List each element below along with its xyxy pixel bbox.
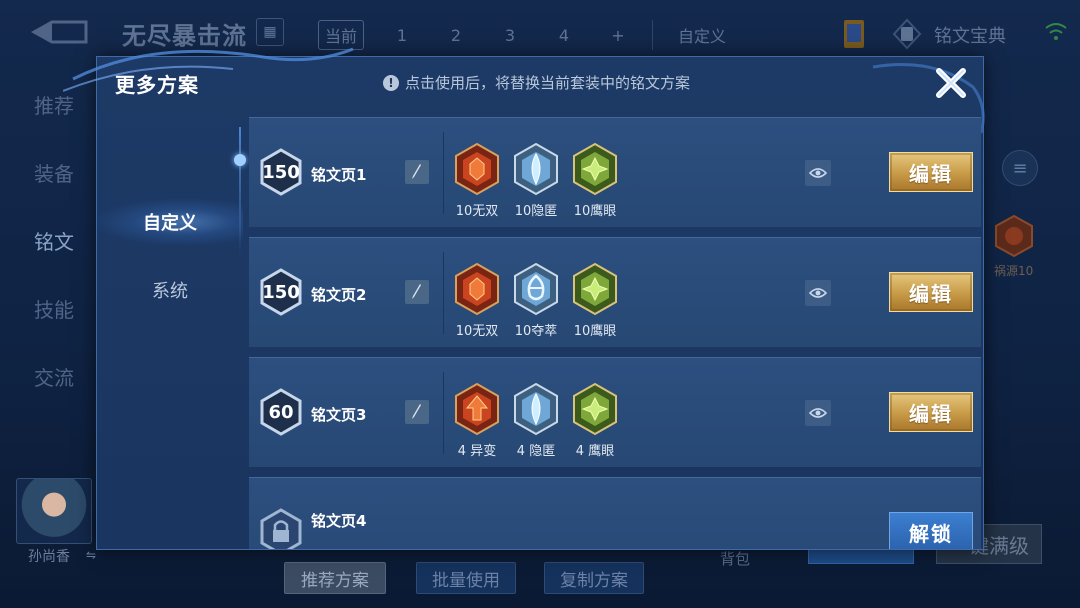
wifi-icon	[1045, 23, 1067, 40]
tab-system-plans[interactable]: 系统	[97, 267, 243, 313]
hero-card-icon[interactable]	[836, 14, 872, 54]
loadout-title: 无尽暴击流	[122, 22, 247, 50]
red-rune-icon[interactable]	[453, 382, 501, 436]
rune-page-list[interactable]: 150 铭文页1 10无双 10隐匿 10鹰眼 编辑 150 铭文页2 10无双…	[249, 117, 981, 549]
lock-icon	[260, 508, 302, 549]
rune-label: 10夺萃	[514, 324, 558, 339]
side-menu-chat[interactable]: 交流	[34, 362, 74, 391]
tab-4[interactable]: 4	[550, 20, 578, 50]
list-menu-icon[interactable]: ≡	[1002, 150, 1038, 186]
edit-button[interactable]: 编辑	[889, 392, 973, 432]
row-divider	[443, 132, 444, 214]
side-menu-skills[interactable]: 技能	[34, 294, 74, 323]
side-rune-icon[interactable]	[992, 214, 1036, 258]
red-rune-icon[interactable]	[453, 262, 501, 316]
pencil-icon	[412, 284, 421, 299]
notice-text: 点击使用后，将替换当前套装中的铭文方案	[405, 74, 691, 92]
dialog-title: 更多方案	[115, 73, 199, 97]
nav-rail	[239, 127, 241, 257]
side-menu-runes[interactable]: 铭文	[34, 226, 74, 255]
tab-divider	[652, 20, 653, 50]
hero-name: 孙尚香	[28, 549, 70, 565]
row-divider	[443, 252, 444, 334]
rune-label: 10无双	[455, 204, 499, 219]
blue-rune-icon[interactable]	[512, 382, 560, 436]
rename-button[interactable]	[405, 160, 429, 184]
rune-level: 150	[262, 281, 300, 303]
nav-active-dot	[234, 154, 246, 166]
rune-page-name: 铭文页3	[311, 406, 367, 424]
rune-label: 10隐匿	[514, 204, 558, 219]
rune-page-row: 150 铭文页1 10无双 10隐匿 10鹰眼 编辑	[249, 117, 981, 227]
blue-rune-icon[interactable]	[512, 262, 560, 316]
green-rune-icon[interactable]	[571, 382, 619, 436]
green-rune-icon[interactable]	[571, 142, 619, 196]
rune-page-name: 铭文页1	[311, 166, 367, 184]
side-menu-equipment[interactable]: 装备	[34, 158, 74, 187]
pencil-icon	[412, 404, 421, 419]
green-rune-icon[interactable]	[571, 262, 619, 316]
tab-add[interactable]: +	[604, 20, 632, 50]
tab-current[interactable]: 当前	[318, 20, 364, 50]
eye-icon	[809, 288, 827, 298]
copy-plan-button[interactable]: 复制方案	[544, 562, 644, 594]
back-arrow-icon[interactable]	[30, 18, 90, 46]
info-icon: !	[383, 74, 399, 91]
backpack-label[interactable]: 背包	[720, 548, 750, 569]
rune-level: 60	[268, 401, 294, 423]
more-plans-dialog: 更多方案 ! 点击使用后，将替换当前套装中的铭文方案 自定义 系统 150 铭文…	[63, 47, 985, 550]
preview-button[interactable]	[805, 400, 831, 426]
tab-custom[interactable]: 自定义	[668, 20, 736, 50]
unlock-button[interactable]: 解锁	[889, 512, 973, 549]
dialog-notice: ! 点击使用后，将替换当前套装中的铭文方案	[383, 72, 690, 93]
rune-page-row: 150 铭文页2 10无双 10夺萃 10鹰眼 编辑	[249, 237, 981, 347]
eye-icon	[809, 408, 827, 418]
edit-button[interactable]: 编辑	[889, 272, 973, 312]
pencil-icon	[412, 164, 421, 179]
tab-1[interactable]: 1	[388, 20, 416, 50]
tab-2[interactable]: 2	[442, 20, 470, 50]
plan-category-nav: 自定义 系统	[97, 119, 243, 539]
tab-custom-plans[interactable]: 自定义	[97, 199, 243, 245]
close-icon[interactable]	[933, 65, 969, 101]
rune-label: 4 鹰眼	[575, 444, 615, 459]
rune-label: 10鹰眼	[573, 204, 617, 219]
batch-use-button[interactable]: 批量使用	[416, 562, 516, 594]
rune-label: 10无双	[455, 324, 499, 339]
codex-icon[interactable]	[890, 14, 924, 54]
rune-page-row: 60 铭文页3 4 异变 4 隐匿 4 鹰眼 编辑	[249, 357, 981, 467]
recommended-plan-button[interactable]: 推荐方案	[284, 562, 386, 594]
rune-label: 4 隐匿	[516, 444, 556, 459]
blue-rune-icon[interactable]	[512, 142, 560, 196]
grid-icon[interactable]: ▦	[256, 18, 284, 46]
tab-3[interactable]: 3	[496, 20, 524, 50]
preview-button[interactable]	[805, 280, 831, 306]
hero-avatar[interactable]	[16, 478, 92, 544]
edit-button[interactable]: 编辑	[889, 152, 973, 192]
rune-label: 10鹰眼	[573, 324, 617, 339]
hero-switch-icon[interactable]: ⇋	[86, 548, 96, 562]
rune-label: 4 异变	[457, 444, 497, 459]
side-rune-label: 祸源10	[994, 264, 1034, 278]
preview-button[interactable]	[805, 160, 831, 186]
rune-page-row-locked: 铭文页4 解锁	[249, 477, 981, 549]
rename-button[interactable]	[405, 280, 429, 304]
row-divider	[443, 372, 444, 454]
rune-level: 150	[262, 161, 300, 183]
rune-page-name: 铭文页4	[311, 512, 367, 530]
rune-page-name: 铭文页2	[311, 286, 367, 304]
codex-label[interactable]: 铭文宝典	[934, 22, 1006, 48]
side-menu-recommend[interactable]: 推荐	[34, 90, 74, 119]
eye-icon	[809, 168, 827, 178]
red-rune-icon[interactable]	[453, 142, 501, 196]
rename-button[interactable]	[405, 400, 429, 424]
